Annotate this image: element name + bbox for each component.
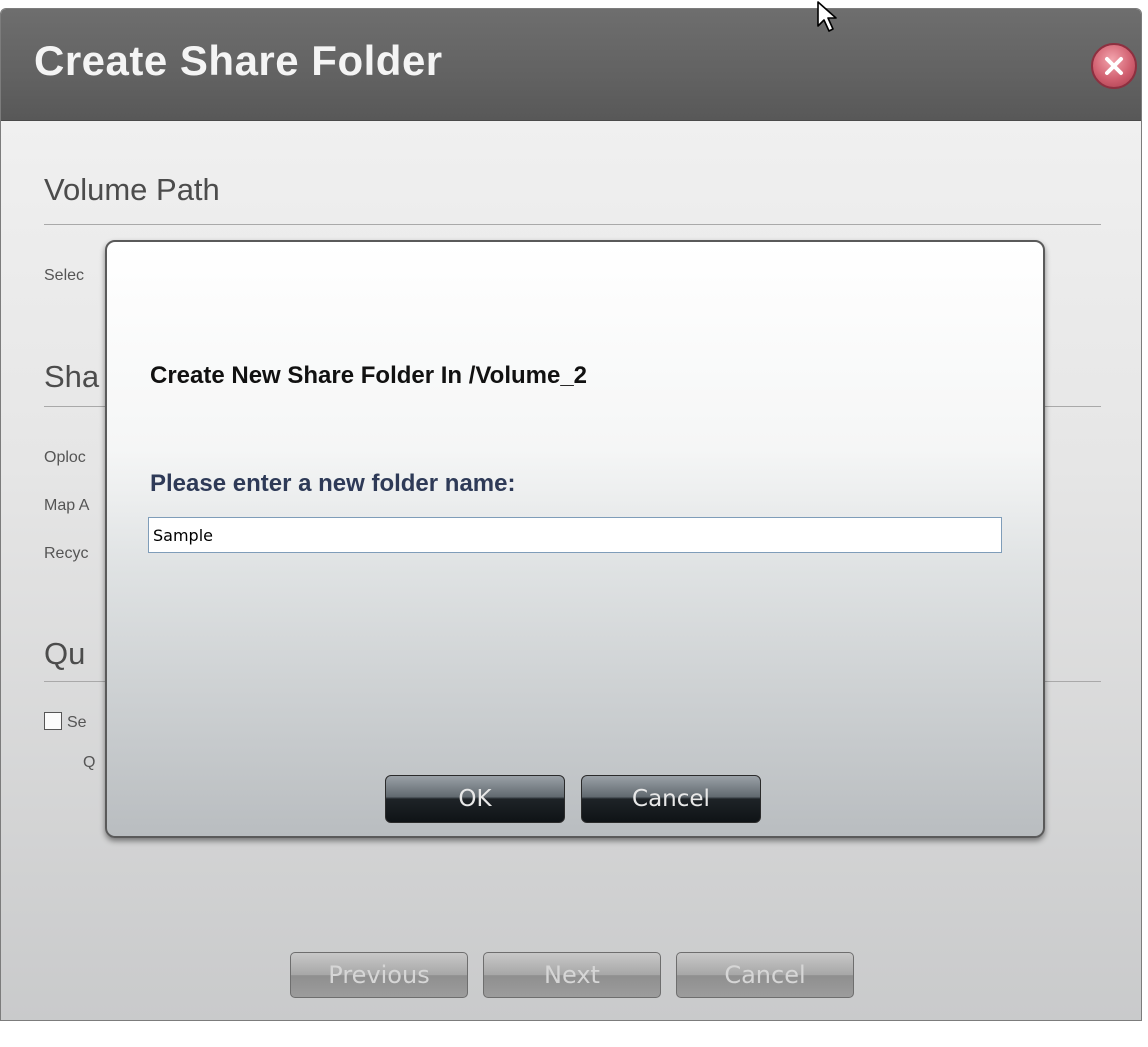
mouse-cursor-icon — [817, 1, 837, 32]
dialog-cancel-button[interactable]: Cancel — [581, 775, 761, 823]
new-folder-dialog: Create New Share Folder In /Volume_2 Ple… — [105, 240, 1045, 838]
select-volume-label: Selec — [44, 267, 85, 284]
quota-sub-label: Q — [83, 754, 96, 771]
quota-checkbox[interactable] — [44, 712, 62, 730]
previous-button[interactable]: Previous — [290, 952, 468, 998]
wizard-cancel-button[interactable]: Cancel — [676, 952, 854, 998]
oplock-label: Oploc — [44, 449, 86, 466]
create-share-folder-window: Create Share Folder Volume Path Selec Sh… — [0, 8, 1142, 1021]
volume-path-heading: Volume Path — [44, 172, 220, 207]
title-bar: Create Share Folder — [1, 9, 1141, 121]
share-heading: Sha — [44, 359, 100, 394]
folder-name-prompt: Please enter a new folder name: — [150, 470, 516, 497]
quota-heading: Qu — [44, 636, 86, 671]
map-archive-label: Map A — [44, 497, 90, 514]
close-icon — [1105, 57, 1123, 75]
folder-name-input[interactable] — [148, 517, 1002, 553]
dialog-title: Create New Share Folder In /Volume_2 — [150, 362, 588, 389]
quota-checkbox-label: Se — [67, 714, 87, 731]
next-button[interactable]: Next — [483, 952, 661, 998]
window-title: Create Share Folder — [34, 37, 443, 84]
volume-path-divider — [44, 224, 1101, 225]
close-button[interactable] — [1091, 43, 1137, 89]
recycle-bin-label: Recyc — [44, 545, 89, 562]
ok-button[interactable]: OK — [385, 775, 565, 823]
